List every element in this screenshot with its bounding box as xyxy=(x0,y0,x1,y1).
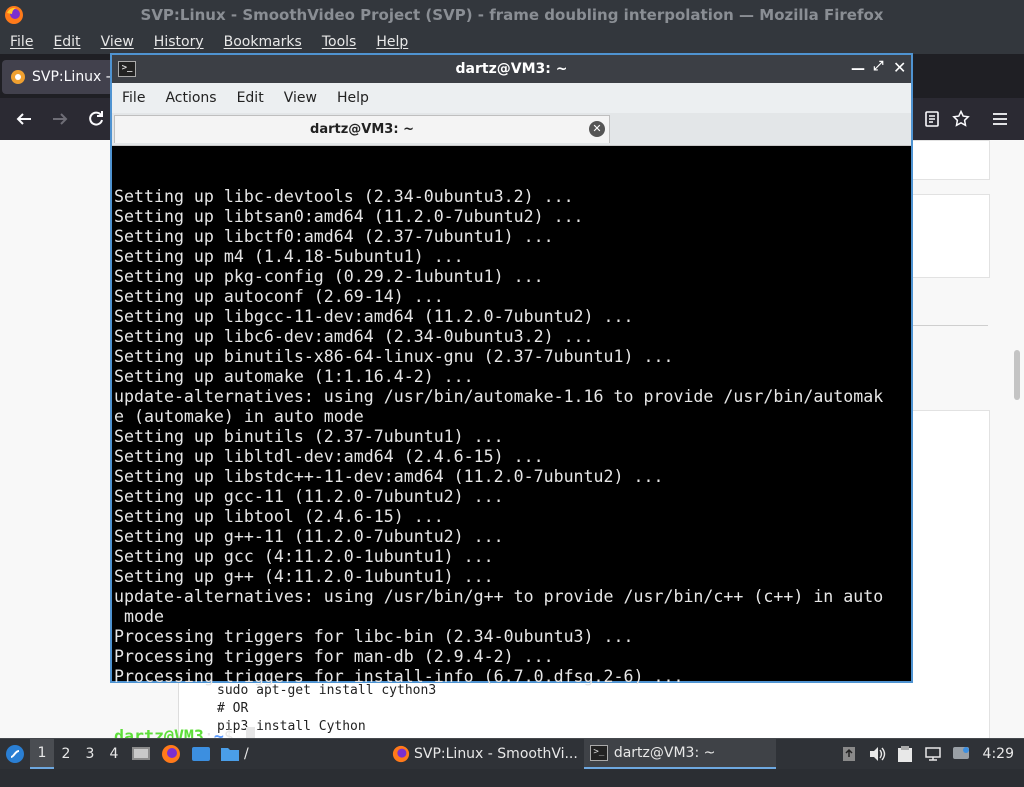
favicon-icon xyxy=(10,69,26,85)
terminal-line: Setting up automake (1:1.16.4-2) ... xyxy=(114,367,474,386)
folder-icon xyxy=(220,745,240,763)
terminal-line: Setting up g++ (4:11.2.0-1ubuntu1) ... xyxy=(114,567,494,586)
content-card xyxy=(900,140,990,180)
hamburger-menu-icon[interactable] xyxy=(986,105,1014,133)
terminal-menu-bar: File Actions Edit View Help xyxy=(112,83,911,113)
folder-task-label: / xyxy=(244,746,249,762)
firefox-launcher-icon[interactable] xyxy=(156,744,186,764)
terminal-menu-file[interactable]: File xyxy=(112,90,155,106)
network-icon[interactable] xyxy=(919,746,947,762)
firefox-window-title: SVP:Linux - SmoothVideo Project (SVP) - … xyxy=(140,6,884,24)
terminal-window[interactable]: >_ dartz@VM3: ~ — ⤢ ✕ File Actions Edit … xyxy=(110,53,913,746)
page-scrollbar[interactable] xyxy=(1014,350,1020,400)
terminal-line: Processing triggers for libc-bin (2.34-0… xyxy=(114,627,634,646)
terminal-tab-label: dartz@VM3: ~ xyxy=(310,122,414,137)
volume-icon[interactable] xyxy=(863,746,891,762)
forward-arrow-icon[interactable] xyxy=(46,105,74,133)
terminal-line: Setting up pkg-config (0.29.2-1ubuntu1) … xyxy=(114,267,544,286)
terminal-line: Setting up gcc-11 (11.2.0-7ubuntu2) ... xyxy=(114,487,504,506)
terminal-line: Processing triggers for install-info (6.… xyxy=(114,667,684,686)
workspace-2[interactable]: 2 xyxy=(54,746,78,762)
terminal-line: Setting up libtsan0:amd64 (11.2.0-7ubunt… xyxy=(114,207,584,226)
firefox-icon xyxy=(4,5,24,25)
terminal-lines: Setting up libc-devtools (2.34-0ubuntu3.… xyxy=(114,187,909,687)
window-launcher-icon[interactable] xyxy=(186,745,216,763)
terminal-line: Setting up g++-11 (11.2.0-7ubuntu2) ... xyxy=(114,527,504,546)
terminal-line: Setting up libstdc++-11-dev:amd64 (11.2.… xyxy=(114,467,664,486)
desktop-icon[interactable] xyxy=(126,745,156,763)
terminal-line: Setting up libtool (2.4.6-15) ... xyxy=(114,507,444,526)
terminal-task-icon: >_ xyxy=(589,745,608,761)
tab-close-icon[interactable]: ✕ xyxy=(589,121,605,137)
tab-svp-linux[interactable]: SVP:Linux - xyxy=(2,60,114,94)
notification-icon[interactable] xyxy=(947,746,975,762)
terminal-line: Setting up gcc (4:11.2.0-1ubuntu1) ... xyxy=(114,547,494,566)
terminal-line: mode xyxy=(114,607,164,626)
terminal-line: Setting up binutils-x86-64-linux-gnu (2.… xyxy=(114,347,674,366)
terminal-menu-help[interactable]: Help xyxy=(327,90,379,106)
terminal-menu-edit[interactable]: Edit xyxy=(227,90,274,106)
terminal-line: update-alternatives: using /usr/bin/g++ … xyxy=(114,587,884,606)
terminal-line: update-alternatives: using /usr/bin/auto… xyxy=(114,387,884,406)
clock[interactable]: 4:29 xyxy=(975,746,1024,762)
terminal-line: Setting up binutils (2.37-7ubuntu1) ... xyxy=(114,427,504,446)
menu-history[interactable]: History xyxy=(144,30,214,54)
menu-edit[interactable]: Edit xyxy=(43,30,90,54)
bookmark-star-icon[interactable] xyxy=(947,105,975,133)
reader-view-icon[interactable] xyxy=(918,105,946,133)
divider xyxy=(900,325,988,326)
terminal-line: Processing triggers for man-db (2.9.4-2)… xyxy=(114,647,554,666)
terminal-line: Setting up libc-devtools (2.34-0ubuntu3.… xyxy=(114,187,574,206)
terminal-line: Setting up m4 (1.4.18-5ubuntu1) ... xyxy=(114,247,464,266)
terminal-line: Setting up libctf0:amd64 (2.37-7ubuntu1)… xyxy=(114,227,554,246)
clipboard-icon[interactable] xyxy=(891,745,919,763)
menu-tools[interactable]: Tools xyxy=(312,30,367,54)
workspace-1[interactable]: 1 xyxy=(30,739,54,769)
menu-view[interactable]: View xyxy=(91,30,144,54)
menu-file[interactable]: File xyxy=(0,30,43,54)
menu-help[interactable]: Help xyxy=(366,30,418,54)
firefox-task-icon xyxy=(392,745,410,763)
task-firefox-label: SVP:Linux - SmoothVi... xyxy=(414,746,578,762)
terminal-tab-bar: dartz@VM3: ~ ✕ xyxy=(112,113,911,146)
upload-icon[interactable] xyxy=(835,746,863,762)
folder-task[interactable]: / xyxy=(216,745,366,763)
terminal-line: Setting up autoconf (2.69-14) ... xyxy=(114,287,444,306)
task-terminal[interactable]: >_ dartz@VM3: ~ xyxy=(583,739,776,769)
terminal-tab[interactable]: dartz@VM3: ~ ✕ xyxy=(114,115,610,143)
terminal-menu-actions[interactable]: Actions xyxy=(155,90,226,106)
content-card xyxy=(900,194,990,278)
back-arrow-icon[interactable] xyxy=(10,105,38,133)
terminal-title-bar[interactable]: >_ dartz@VM3: ~ — ⤢ ✕ xyxy=(112,55,911,83)
workspace-4[interactable]: 4 xyxy=(102,746,126,762)
tab-label: SVP:Linux - xyxy=(32,69,111,85)
task-firefox[interactable]: SVP:Linux - SmoothVi... xyxy=(386,740,584,768)
terminal-output[interactable]: Setting up libc-devtools (2.34-0ubuntu3.… xyxy=(114,147,909,787)
workspace-3[interactable]: 3 xyxy=(78,746,102,762)
terminal-line: Setting up libltdl-dev:amd64 (2.4.6-15) … xyxy=(114,447,544,466)
terminal-icon: >_ xyxy=(118,61,136,77)
maximize-icon[interactable]: ⤢ xyxy=(873,59,883,74)
terminal-window-title: dartz@VM3: ~ xyxy=(455,61,568,77)
terminal-line: e (automake) in auto mode xyxy=(114,407,364,426)
terminal-menu-view[interactable]: View xyxy=(274,90,327,106)
taskbar: 1 2 3 4 / SVP:Linux - SmoothVi... >_ dar… xyxy=(0,738,1024,769)
firefox-menu-bar: File Edit View History Bookmarks Tools H… xyxy=(0,30,1024,54)
terminal-line: Setting up libgcc-11-dev:amd64 (11.2.0-7… xyxy=(114,307,634,326)
minimize-icon[interactable]: — xyxy=(851,61,865,77)
reload-icon[interactable] xyxy=(82,105,110,133)
app-menu-icon[interactable] xyxy=(0,744,30,764)
terminal-line: Setting up libc6-dev:amd64 (2.34-0ubuntu… xyxy=(114,327,594,346)
firefox-title-bar: SVP:Linux - SmoothVideo Project (SVP) - … xyxy=(0,0,1024,30)
menu-bookmarks[interactable]: Bookmarks xyxy=(214,30,312,54)
close-icon[interactable]: ✕ xyxy=(893,58,906,77)
task-terminal-label: dartz@VM3: ~ xyxy=(613,745,716,761)
